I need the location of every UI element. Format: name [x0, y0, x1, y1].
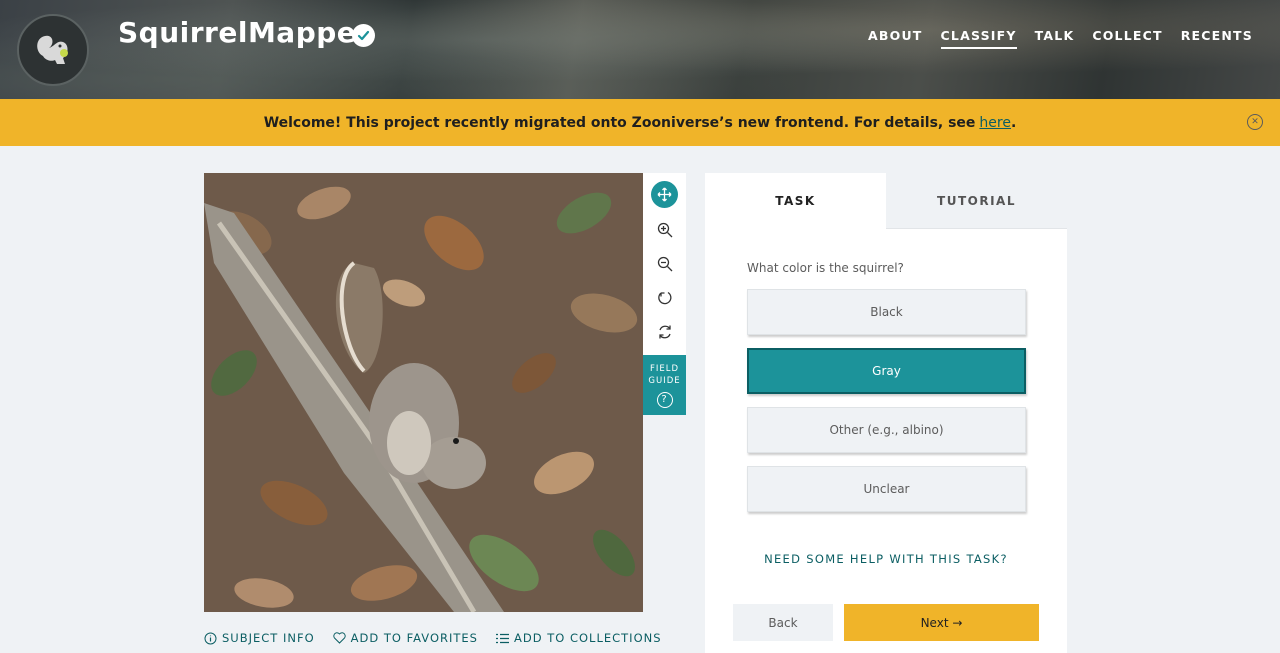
banner-text: Welcome! This project recently migrated …: [263, 114, 976, 131]
rotate-icon[interactable]: [651, 284, 678, 311]
task-tabs: TASK TUTORIAL: [705, 173, 1067, 229]
answer-unclear[interactable]: Unclear: [747, 466, 1026, 512]
banner-period: .: [1010, 114, 1017, 131]
nav-about[interactable]: ABOUT: [868, 28, 923, 49]
tab-task[interactable]: TASK: [705, 173, 886, 229]
task-panel: TASK TUTORIAL What color is the squirrel…: [705, 173, 1067, 653]
add-to-collections-button[interactable]: ADD TO COLLECTIONS: [496, 631, 662, 645]
verified-check-icon: [352, 24, 375, 47]
zoom-out-icon[interactable]: [651, 250, 678, 277]
list-icon: [496, 633, 509, 643]
task-question: What color is the squirrel?: [747, 261, 904, 275]
squirrel-logo-icon: [37, 35, 68, 64]
move-icon[interactable]: [651, 181, 678, 208]
answer-black[interactable]: Black: [747, 289, 1026, 335]
question-icon: ?: [656, 392, 673, 408]
answer-other[interactable]: Other (e.g., albino): [747, 407, 1026, 453]
add-to-favorites-label: ADD TO FAVORITES: [350, 631, 478, 645]
add-to-favorites-button[interactable]: ADD TO FAVORITES: [333, 631, 478, 645]
heart-icon: [333, 632, 346, 644]
project-header: SquirrelMapper ABOUT CLASSIFY TALK COLLE…: [0, 0, 1280, 99]
add-to-collections-label: ADD TO COLLECTIONS: [514, 631, 662, 645]
project-nav: ABOUT CLASSIFY TALK COLLECT RECENTS: [868, 28, 1253, 49]
image-toolbar: [643, 173, 686, 355]
migration-banner: Welcome! This project recently migrated …: [0, 99, 1280, 146]
subject-info-label: SUBJECT INFO: [222, 631, 315, 645]
project-avatar[interactable]: [17, 14, 89, 86]
answer-gray[interactable]: Gray: [747, 348, 1026, 394]
reset-icon[interactable]: [651, 318, 678, 345]
field-guide-button[interactable]: FIELD GUIDE ?: [643, 355, 686, 415]
project-title[interactable]: SquirrelMapper: [118, 16, 371, 49]
nav-collect[interactable]: COLLECT: [1092, 28, 1162, 49]
info-icon: [204, 632, 217, 644]
task-help-link[interactable]: NEED SOME HELP WITH THIS TASK?: [705, 552, 1067, 566]
field-guide-label-2: GUIDE: [648, 376, 681, 386]
subject-meta-bar: SUBJECT INFO ADD TO FAVORITES ADD TO COL…: [204, 631, 662, 645]
nav-talk[interactable]: TALK: [1035, 28, 1075, 49]
nav-recents[interactable]: RECENTS: [1181, 28, 1253, 49]
field-guide-label-1: FIELD: [649, 364, 680, 374]
subject-image[interactable]: [204, 173, 643, 612]
nav-classify[interactable]: CLASSIFY: [940, 28, 1017, 49]
tab-tutorial[interactable]: TUTORIAL: [886, 173, 1067, 229]
back-button[interactable]: Back: [733, 604, 833, 641]
zoom-in-icon[interactable]: [651, 216, 678, 243]
close-icon[interactable]: ✕: [1247, 114, 1263, 130]
banner-link[interactable]: here: [979, 115, 1011, 131]
subject-info-button[interactable]: SUBJECT INFO: [204, 631, 315, 645]
next-button[interactable]: Next →: [844, 604, 1039, 641]
